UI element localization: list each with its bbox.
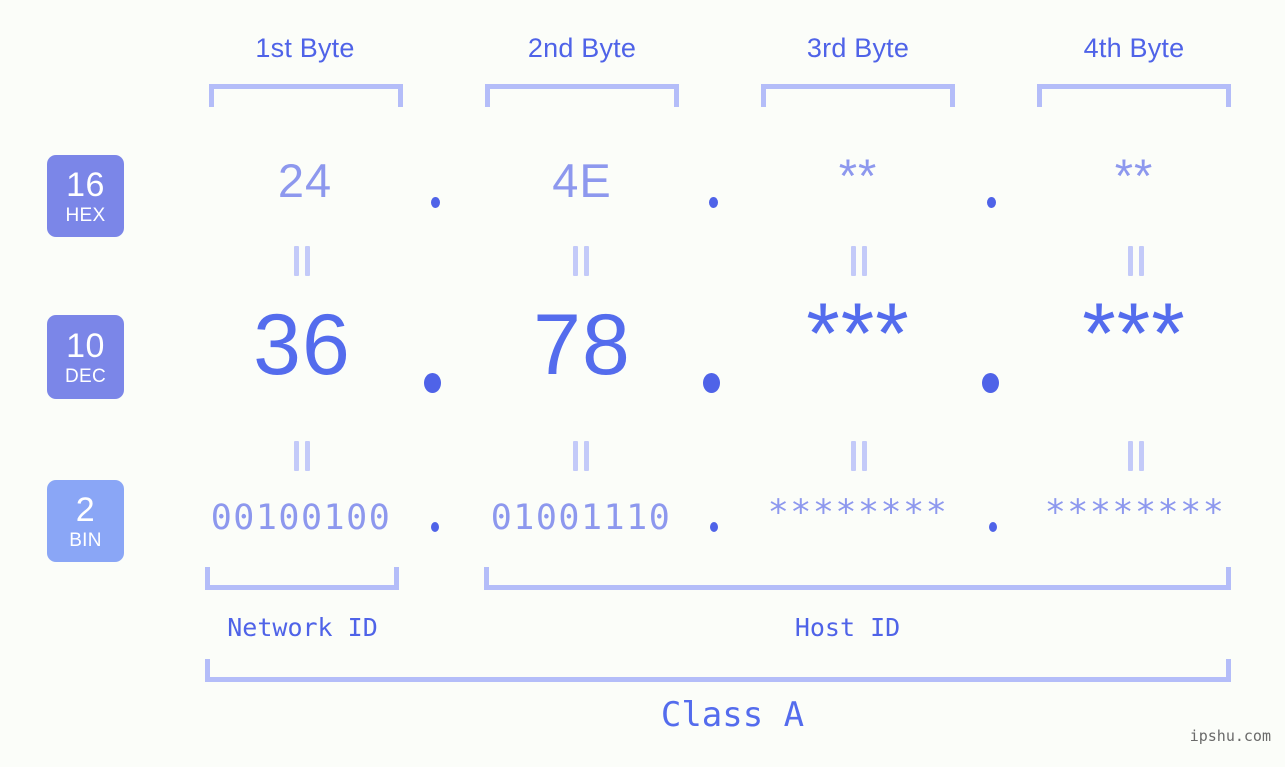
dec-dot-1 [424,373,441,393]
byte-bracket-1 [209,84,403,107]
base-badge-bin-number: 2 [75,490,96,529]
base-badge-bin: 2 BIN [47,480,124,562]
bin-byte-4: ******** [1044,493,1226,533]
byte-header-4: 4th Byte [1083,33,1185,63]
hex-dot-3 [987,197,996,208]
base-badge-bin-abbr: BIN [69,529,102,551]
base-badge-dec: 10 DEC [47,315,124,399]
bin-byte-2: 01001110 [490,498,672,538]
byte-header-1: 1st Byte [255,33,355,63]
bin-byte-1: 00100100 [210,498,392,538]
hex-byte-4: ** [1114,149,1154,202]
equals-mark-dec-bin-3 [848,441,870,471]
bin-byte-3: ******** [767,493,949,533]
byte-header-2: 2nd Byte [527,33,637,63]
dec-dot-3 [982,373,999,393]
hex-byte-1: 24 [277,154,333,207]
base-badge-dec-abbr: DEC [64,365,106,387]
equals-mark-hex-dec-2 [570,246,592,276]
dec-byte-2: 78 [533,297,631,393]
network-id-bracket [205,567,399,590]
base-badge-hex: 16 HEX [47,155,124,237]
ip-byte-breakdown-diagram: 1st Byte 2nd Byte 3rd Byte 4th Byte 16 H… [0,0,1285,767]
hex-byte-3: ** [838,149,878,202]
class-label: Class A [660,695,805,735]
class-bracket [205,659,1231,682]
hex-dot-2 [709,197,718,208]
base-badge-hex-number: 16 [66,165,105,204]
bin-dot-3 [989,522,997,532]
network-id-label: Network ID [227,613,378,642]
dec-byte-1: 36 [253,297,351,393]
dec-dot-2 [703,373,720,393]
equals-mark-dec-bin-1 [291,441,313,471]
byte-bracket-2 [485,84,679,107]
dec-byte-4: *** [1082,286,1186,382]
byte-bracket-4 [1037,84,1231,107]
hex-byte-2: 4E [552,154,612,207]
byte-header-3: 3rd Byte [806,33,910,63]
equals-mark-hex-dec-1 [291,246,313,276]
site-watermark: ipshu.com [1189,727,1271,745]
dec-byte-3: *** [806,286,910,382]
equals-mark-dec-bin-4 [1125,441,1147,471]
base-badge-hex-abbr: HEX [65,204,106,226]
equals-mark-hex-dec-3 [848,246,870,276]
bin-dot-2 [710,522,718,532]
equals-mark-dec-bin-2 [570,441,592,471]
host-id-bracket [484,567,1231,590]
byte-bracket-3 [761,84,955,107]
equals-mark-hex-dec-4 [1125,246,1147,276]
bin-dot-1 [431,522,439,532]
host-id-label: Host ID [794,613,901,642]
hex-dot-1 [431,197,440,208]
base-badge-dec-number: 10 [66,326,105,365]
